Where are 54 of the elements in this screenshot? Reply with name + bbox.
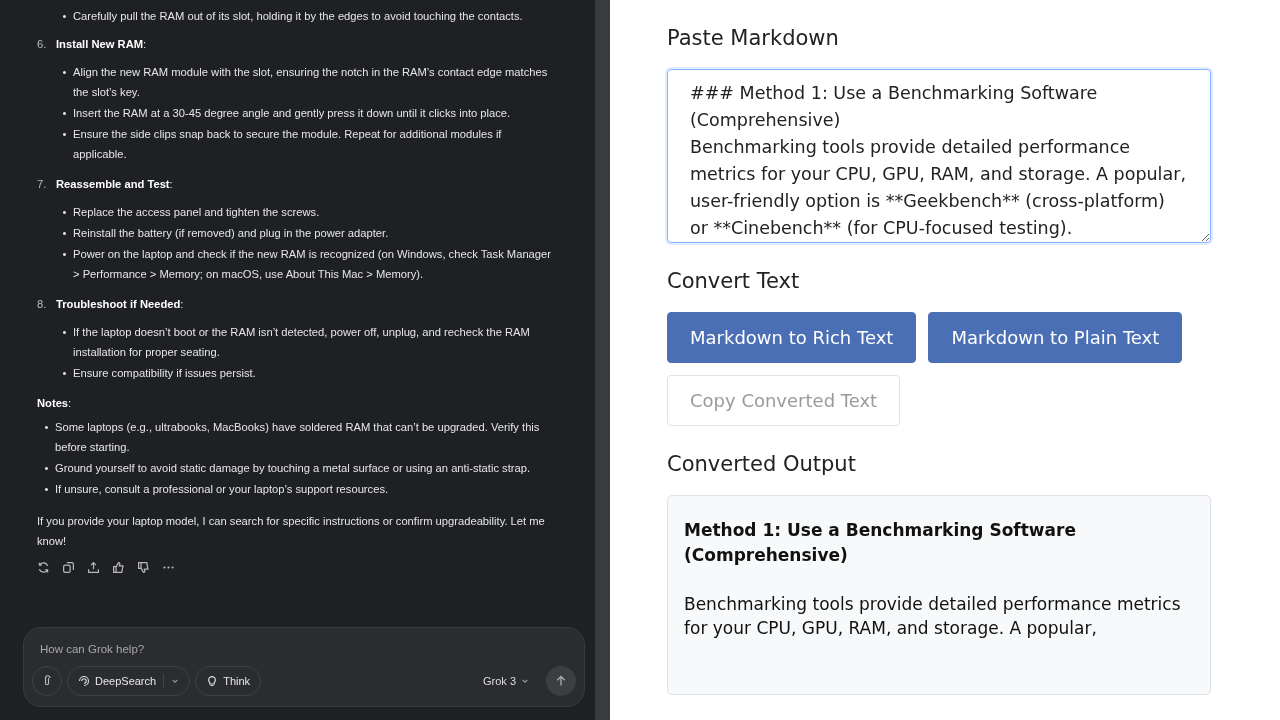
- bullet-marker: •: [61, 247, 68, 262]
- copy-icon[interactable]: [62, 561, 75, 574]
- thumbs-down-icon[interactable]: [137, 561, 150, 574]
- share-icon[interactable]: [87, 561, 100, 574]
- convert-button[interactable]: Markdown to Rich Text: [667, 312, 917, 363]
- bullet-marker: •: [61, 106, 68, 121]
- regenerate-icon[interactable]: [37, 561, 50, 574]
- bullet-marker: •: [61, 226, 68, 241]
- swirl-icon: [78, 675, 90, 687]
- bullet-marker: •: [61, 366, 68, 381]
- list-item: Ground yourself to avoid static damage by touching a metal surface or using an anti-static strap.: [55, 461, 531, 476]
- bullet-marker: •: [43, 482, 50, 497]
- step-title: Troubleshoot if Needed:: [56, 297, 184, 312]
- send-button[interactable]: [546, 666, 576, 696]
- step-number: 6.: [37, 37, 48, 52]
- list-item: Ensure the side clips snap back to secure the module. Repeat for additional modules if applicable.: [73, 127, 503, 162]
- markdown-field[interactable]: ### Method 1: Use a Benchmarking Software (Comprehensive) Benchmarking tools provide detailed performance metrics for your CPU, GPU, RAM, and storage. A popular, user-friendly option is **Geekbench** (cross-platform) or **Cinebench** (for CPU-focused testing).: [667, 69, 1211, 243]
- step-title: Install New RAM:: [56, 37, 147, 52]
- list-item: If unsure, consult a professional or your laptop’s support resources.: [55, 482, 389, 497]
- list-item: If the laptop doesn’t boot or the RAM isn’t detected, power off, unplug, and recheck the RAM installation for proper seating.: [73, 325, 531, 360]
- step-number: 7.: [37, 177, 48, 192]
- bullet-marker: •: [61, 65, 68, 80]
- output-paragraph: Benchmarking tools provide detailed performance metrics for your CPU, GPU, RAM, and storage. A popular,: [684, 593, 1182, 640]
- convert-button[interactable]: Markdown to Plain Text: [928, 312, 1183, 363]
- list-item: Ensure compatibility if issues persist.: [73, 366, 256, 381]
- section-heading: Convert Text: [667, 269, 801, 293]
- caret-icon: [521, 677, 529, 685]
- output-heading: Method 1: Use a Benchmarking Software (Comprehensive): [684, 519, 1077, 567]
- step-number: 8.: [37, 297, 48, 312]
- scrollbar[interactable]: [595, 0, 610, 720]
- caret-icon: [171, 677, 180, 685]
- arrow-up-icon: [555, 675, 567, 687]
- step-title: Reassemble and Test:: [56, 177, 173, 192]
- bullet-marker: •: [61, 205, 68, 220]
- section-heading: Paste Markdown: [667, 26, 840, 50]
- list-item: Align the new RAM module with the slot, ensuring the notch in the RAM’s contact edge matches the slot’s key.: [73, 65, 549, 100]
- prompt-field[interactable]: How can Grok help?: [38, 642, 442, 656]
- bullet-marker: •: [61, 127, 68, 142]
- bullet-marker: •: [61, 325, 68, 340]
- closing-paragraph: If you provide your laptop model, I can search for specific instructions or confirm upgradeability. Let me know!: [37, 514, 546, 549]
- bullet-marker: •: [43, 461, 50, 476]
- list-item: Insert the RAM at a 30-45 degree angle and gently press it down until it clicks into place.: [73, 106, 511, 121]
- list-item: Some laptops (e.g., ultrabooks, MacBooks) have soldered RAM that can’t be upgraded. Verify this before starting.: [55, 420, 541, 455]
- bullet-marker: •: [61, 9, 68, 24]
- notes-heading: Notes:: [37, 396, 73, 411]
- lightbulb-icon: [206, 675, 219, 687]
- section-heading: Converted Output: [667, 452, 857, 476]
- list-item: Carefully pull the RAM out of its slot, holding it by the edges to avoid touching the contacts.: [73, 9, 523, 24]
- list-item: Replace the access panel and tighten the screws.: [73, 205, 320, 220]
- model-selector[interactable]: Grok 3: [477, 674, 535, 688]
- thumbs-up-icon[interactable]: [112, 561, 125, 574]
- list-item: Power on the laptop and check if the new RAM is recognized (on Windows, check Task Manager > Performance > Memory; on macOS, use About This Mac > Memory).: [73, 247, 552, 282]
- bullet-marker: •: [43, 420, 50, 435]
- list-item: Reinstall the battery (if removed) and plug in the power adapter.: [73, 226, 389, 241]
